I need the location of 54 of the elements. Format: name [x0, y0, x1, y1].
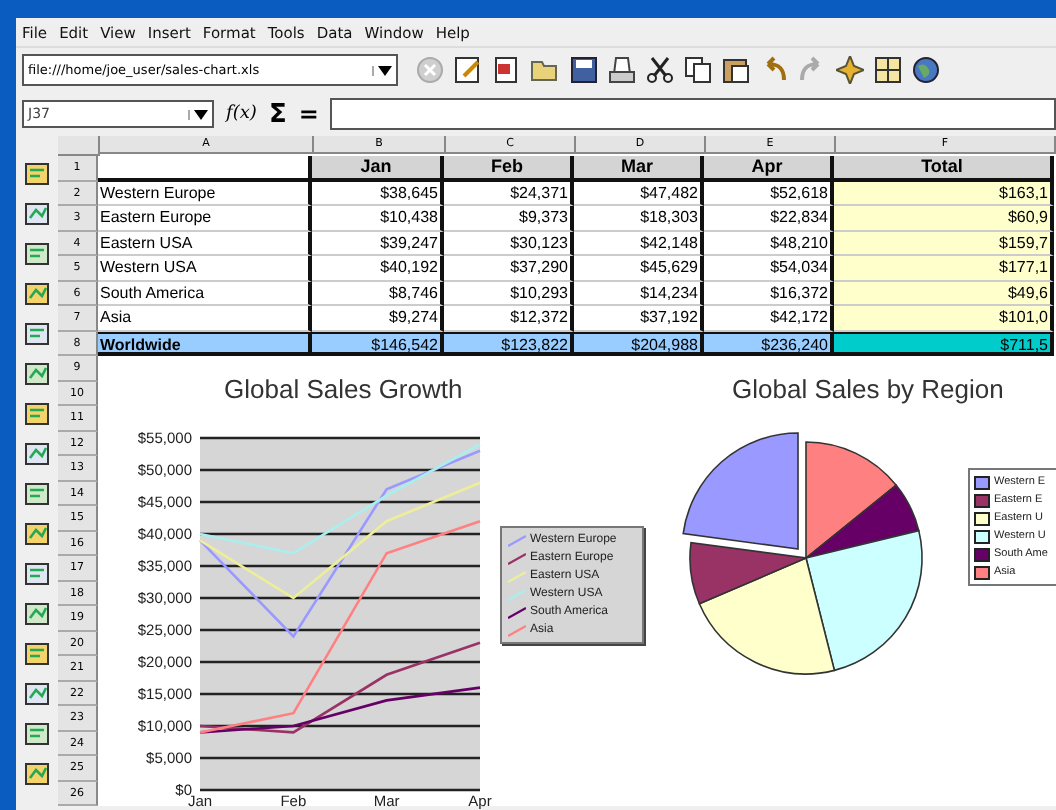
chart-title: Global Sales Growth [224, 374, 463, 404]
formula-button[interactable]: = [298, 100, 319, 128]
table-cell: $14,234 [574, 281, 704, 306]
edit-icon[interactable] [454, 56, 482, 84]
function-wizard-button[interactable]: f(x) [226, 104, 257, 124]
table-cell: $711,5 [834, 331, 1054, 356]
table-cell: $18,303 [574, 206, 704, 231]
dropdown-icon[interactable] [372, 65, 392, 75]
table-cell: $10,438 [312, 206, 444, 231]
table-cell: $38,645 [312, 181, 444, 206]
table-cell: $47,482 [574, 181, 704, 206]
copy-icon[interactable] [684, 56, 712, 84]
paste-icon[interactable] [722, 56, 750, 84]
table-cell: $146,542 [312, 331, 444, 356]
formula-input[interactable] [330, 98, 1056, 130]
table-cell: $30,123 [444, 231, 574, 256]
table-cell: Western Europe [98, 181, 312, 206]
folder-icon[interactable] [530, 56, 560, 84]
table-cell: $49,6 [834, 281, 1054, 306]
table-cell: Eastern Europe [98, 206, 312, 231]
save-icon[interactable] [570, 56, 598, 84]
table-cell: $236,240 [704, 331, 834, 356]
table-cell: $39,247 [312, 231, 444, 256]
table-cell: Apr [704, 156, 834, 181]
dropdown-icon[interactable] [188, 109, 208, 119]
table-cell: $159,7 [834, 231, 1054, 256]
chart-title: Global Sales by Region [732, 374, 1004, 404]
table-cell: $42,148 [574, 231, 704, 256]
table-cell: $45,629 [574, 256, 704, 281]
table-cell: $8,746 [312, 281, 444, 306]
sum-button[interactable]: Σ [268, 99, 287, 129]
new-document-icon[interactable] [492, 56, 520, 84]
table-cell: $9,373 [444, 206, 574, 231]
table-cell: $163,1 [834, 181, 1054, 206]
table-cell: $123,822 [444, 331, 574, 356]
table-cell: $60,9 [834, 206, 1054, 231]
star-icon[interactable] [836, 56, 864, 84]
table-cell: $204,988 [574, 331, 704, 356]
table-cell: South America [98, 281, 312, 306]
table-cell: Total [834, 156, 1054, 181]
table-cell: $10,293 [444, 281, 574, 306]
table-cell: Western USA [98, 256, 312, 281]
print-icon[interactable] [608, 56, 636, 84]
table-cell: Jan [312, 156, 444, 181]
table-cell: Eastern USA [98, 231, 312, 256]
table-cell: Feb [444, 156, 574, 181]
table-cell: Mar [574, 156, 704, 181]
table-cell: $37,290 [444, 256, 574, 281]
table-cell: $101,0 [834, 306, 1054, 331]
table-cell: $24,371 [444, 181, 574, 206]
cut-icon[interactable] [646, 56, 674, 84]
table-cell: $177,1 [834, 256, 1054, 281]
table-cell: $40,192 [312, 256, 444, 281]
table-cell: Worldwide [98, 331, 312, 356]
